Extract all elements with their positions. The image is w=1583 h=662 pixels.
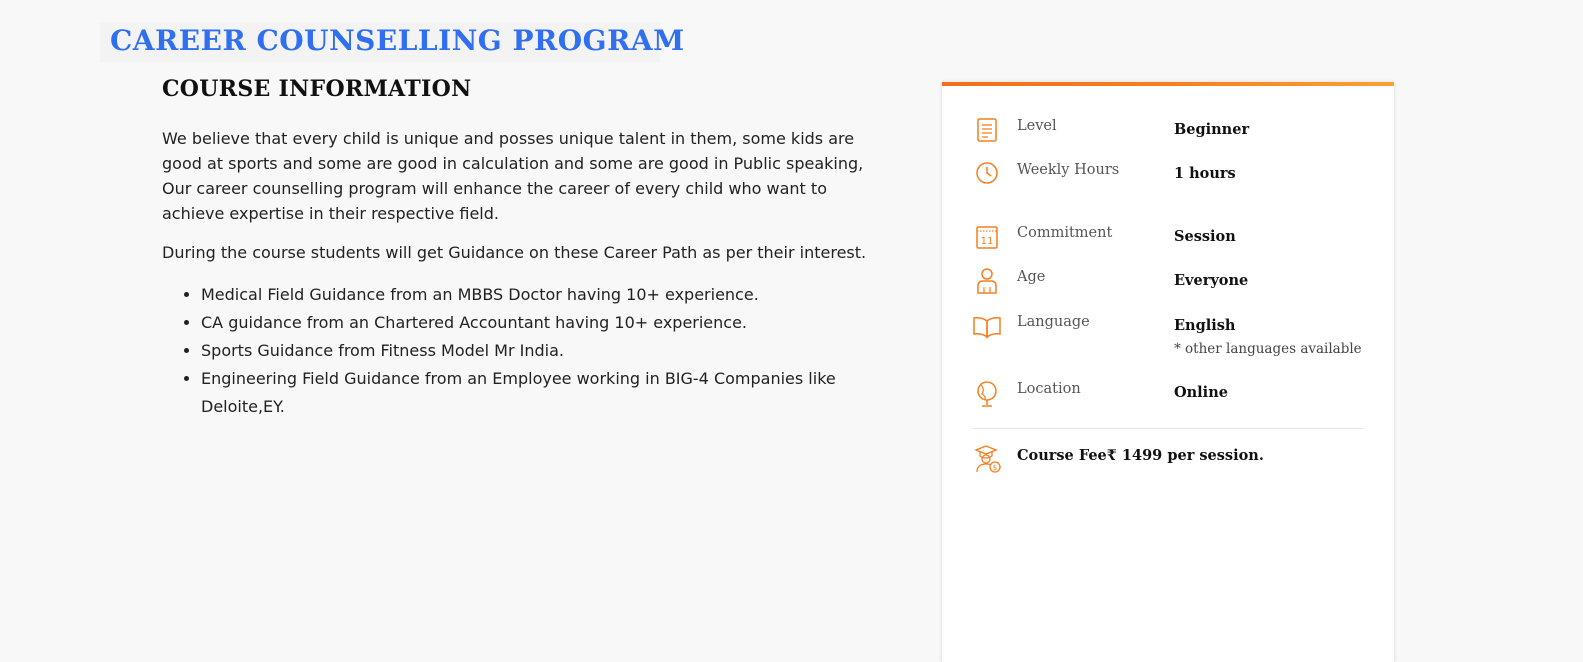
list-item: Medical Field Guidance from an MBBS Doct… <box>201 281 892 309</box>
list-item: Engineering Field Guidance from an Emplo… <box>201 365 892 421</box>
detail-row-location: Location Online <box>972 379 1372 419</box>
course-description: We believe that every child is unique an… <box>162 129 864 223</box>
calendar-icon: 11 <box>972 223 1002 253</box>
section-heading: COURSE INFORMATION <box>162 76 472 102</box>
detail-row-weekly-hours: Weekly Hours 1 hours <box>972 160 1372 200</box>
course-fee-text: Course Fee₹ 1499 per session. <box>1017 447 1264 464</box>
list-item: CA guidance from an Chartered Accountant… <box>201 309 892 337</box>
svg-text:$: $ <box>993 464 997 472</box>
detail-label: Language <box>1017 314 1090 330</box>
guidance-list: Medical Field Guidance from an MBBS Doct… <box>162 281 892 421</box>
detail-value: 1 hours <box>1174 165 1236 182</box>
detail-row-age: Age Everyone <box>972 267 1372 307</box>
detail-label: Age <box>1017 269 1046 285</box>
document-icon <box>972 116 1002 146</box>
detail-value: Everyone <box>1174 272 1249 289</box>
detail-value: Online <box>1174 384 1228 401</box>
card-divider <box>972 428 1364 429</box>
detail-value: Session <box>1174 228 1236 245</box>
career-path-intro: During the course students will get Guid… <box>162 243 867 262</box>
card-accent-bar <box>942 82 1394 86</box>
detail-label: Level <box>1017 118 1057 134</box>
clock-icon <box>972 160 1002 190</box>
detail-label: Commitment <box>1017 225 1113 241</box>
detail-row-level: Level Beginner <box>972 116 1372 156</box>
page-title: CAREER COUNSELLING PROGRAM <box>110 24 685 57</box>
course-details-card: Level Beginner Weekly Hours 1 hours 11 C… <box>942 82 1394 662</box>
page-title-banner: CAREER COUNSELLING PROGRAM <box>100 22 684 62</box>
detail-value: Beginner <box>1174 121 1250 138</box>
graduate-fee-icon: $ <box>972 444 1002 479</box>
detail-label: Location <box>1017 381 1081 397</box>
language-note: * other languages available <box>1174 341 1362 357</box>
course-fee-row: $ Course Fee₹ 1499 per session. <box>972 444 1372 474</box>
list-item: Sports Guidance from Fitness Model Mr In… <box>201 337 892 365</box>
calendar-day-text: 11 <box>981 236 994 247</box>
detail-row-language: Language English * other languages avail… <box>972 312 1372 367</box>
person-icon <box>972 267 1002 297</box>
detail-value: English <box>1174 317 1236 334</box>
course-information-section: COURSE INFORMATION We believe that every… <box>162 76 892 421</box>
book-icon <box>972 312 1002 342</box>
detail-label: Weekly Hours <box>1017 162 1120 178</box>
detail-row-commitment: 11 Commitment Session <box>972 223 1372 263</box>
globe-icon <box>972 379 1002 409</box>
